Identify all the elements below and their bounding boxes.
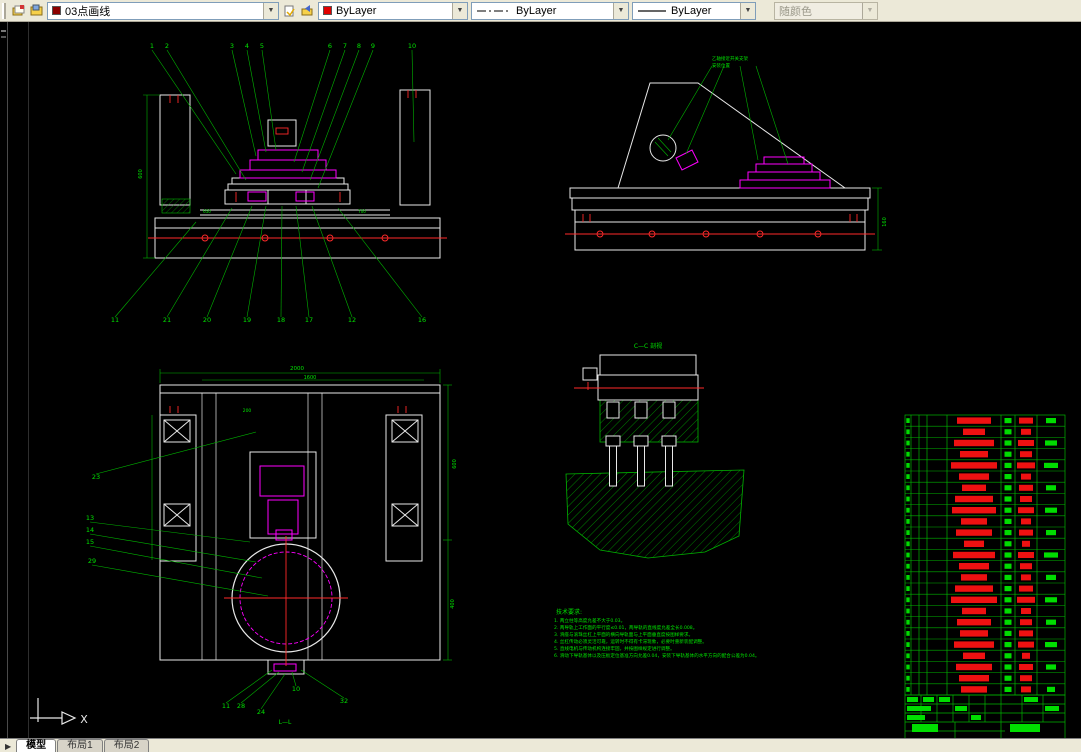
model-space-canvas[interactable]: 1 2 3 4 5 6 7 8 9 10 11 21 20 19 18 17 12 16 23 13 14 15 29 11 2… (0, 22, 1081, 738)
svg-text:9: 9 (371, 42, 375, 50)
svg-text:11: 11 (222, 702, 230, 710)
current-layer-name: 03点画线 (65, 5, 111, 18)
svg-text:16: 16 (418, 316, 426, 324)
tab-nav-icon[interactable]: ▶ (3, 742, 15, 752)
current-color-name: ByLayer (336, 4, 377, 17)
svg-text:1600: 1600 (304, 375, 317, 381)
current-linetype-name: ByLayer (516, 4, 557, 17)
current-color-swatch (323, 6, 332, 15)
svg-text:32: 32 (340, 697, 348, 705)
layer-states-manager-icon[interactable] (29, 3, 44, 18)
svg-text:乙轴接近开关支架: 乙轴接近开关支架 (712, 55, 748, 62)
ground-hatch (565, 469, 745, 559)
make-object-layer-current-icon[interactable] (282, 3, 297, 18)
svg-text:5. 直线电机与传动机构连接牢固，并按图样规定进行调整。: 5. 直线电机与传动机构连接牢固，并按图样规定进行调整。 (554, 645, 675, 652)
tab-layout1[interactable]: 布局1 (57, 739, 103, 752)
svg-text:12: 12 (348, 316, 356, 324)
plan-view (151, 369, 452, 675)
svg-text:700: 700 (358, 209, 366, 214)
svg-text:4. 丝杠传动必须灵活可靠，运转时不得有卡滞现象，必要时重新: 4. 丝杠传动必须灵活可靠，运转时不得有卡滞现象，必要时重新装配调整。 (554, 638, 707, 645)
svg-text:X: X (80, 713, 88, 726)
section-view (565, 354, 745, 559)
svg-text:650: 650 (203, 209, 211, 214)
svg-text:21: 21 (163, 316, 171, 324)
side-view (565, 65, 882, 251)
tab-model[interactable]: 模型 (16, 739, 57, 752)
ucs-icon (30, 698, 77, 725)
svg-text:C—C 剖视: C—C 剖视 (634, 342, 662, 350)
tab-layout2[interactable]: 布局2 (103, 739, 150, 752)
svg-text:10: 10 (292, 685, 300, 693)
svg-text:1. 两立柱等高度允差不大于0.03。: 1. 两立柱等高度允差不大于0.03。 (554, 617, 625, 624)
layer-previous-icon[interactable] (300, 3, 315, 18)
svg-text:技术要求:: 技术要求: (556, 608, 582, 616)
linetype-sample-icon (476, 7, 512, 15)
object-properties-toolbar: 03点画线 ▼ ByLayer ▼ ByLayer ▼ ByLayer ▼ 随颜… (0, 0, 1081, 22)
svg-text:28: 28 (237, 702, 245, 710)
svg-text:24: 24 (257, 708, 265, 716)
color-dropdown[interactable]: ByLayer ▼ (318, 1, 468, 20)
lineweight-dropdown[interactable]: ByLayer ▼ (632, 1, 756, 20)
current-plot-style-name: 随颜色 (779, 5, 812, 18)
titleblock-text-blocks (907, 697, 1059, 732)
svg-text:17: 17 (305, 316, 313, 324)
svg-text:15: 15 (86, 538, 94, 546)
svg-text:5: 5 (260, 42, 264, 50)
front-view (143, 89, 447, 259)
autocad-window: 03点画线 ▼ ByLayer ▼ ByLayer ▼ ByLayer ▼ 随颜… (0, 0, 1081, 752)
svg-text:11: 11 (111, 316, 119, 324)
current-lineweight-name: ByLayer (671, 4, 712, 17)
dropdown-arrow-icon[interactable]: ▼ (452, 2, 467, 19)
layout-tab-bar: ▶ 模型 布局1 布局2 (0, 738, 1081, 752)
dropdown-arrow-icon: ▼ (862, 2, 877, 19)
svg-text:200: 200 (243, 408, 252, 414)
svg-text:23: 23 (92, 473, 100, 481)
dropdown-arrow-icon[interactable]: ▼ (740, 2, 755, 19)
svg-text:600: 600 (138, 169, 144, 179)
svg-text:19: 19 (243, 316, 251, 324)
svg-text:2000: 2000 (290, 366, 304, 372)
svg-text:3: 3 (230, 42, 234, 50)
dynamic-annotations: 1 2 3 4 5 6 7 8 9 1011 21 20 19 18 17 12 16231314152911 2… (80, 42, 1065, 726)
layer-properties-manager-icon[interactable] (11, 3, 26, 18)
svg-text:14: 14 (86, 526, 94, 534)
dropdown-arrow-icon[interactable]: ▼ (263, 2, 278, 19)
svg-text:1: 1 (150, 42, 154, 50)
svg-text:6: 6 (328, 42, 332, 50)
svg-text:29: 29 (88, 557, 96, 565)
svg-text:3. 滑座与滚珠丝杠上平面的横向导轨面与上平面垂直度按图样要: 3. 滑座与滚珠丝杠上平面的横向导轨面与上平面垂直度按图样要求。 (554, 631, 693, 638)
layer-color-swatch (52, 6, 61, 15)
layer-dropdown[interactable]: 03点画线 ▼ (47, 1, 279, 20)
svg-text:400: 400 (450, 599, 456, 609)
svg-text:4: 4 (245, 42, 249, 50)
plot-style-dropdown: 随颜色 ▼ (774, 1, 878, 20)
svg-text:8: 8 (357, 42, 361, 50)
left-dock-edge (1, 22, 29, 738)
svg-text:160: 160 (882, 217, 888, 227)
svg-text:7: 7 (343, 42, 347, 50)
linetype-dropdown[interactable]: ByLayer ▼ (471, 1, 629, 20)
svg-text:10: 10 (408, 42, 416, 50)
toolbar-grip[interactable] (2, 2, 6, 19)
svg-text:18: 18 (277, 316, 285, 324)
front-hatch-region (161, 198, 191, 214)
svg-text:20: 20 (203, 316, 211, 324)
svg-text:L—L: L—L (279, 719, 292, 726)
svg-text:安装位置: 安装位置 (712, 62, 730, 69)
lineweight-sample-icon (637, 7, 667, 15)
svg-text:13: 13 (86, 514, 94, 522)
svg-text:600: 600 (452, 459, 458, 469)
svg-text:6. 滑动下导轨基体以及压板定位基准方向允差0.04，安装下: 6. 滑动下导轨基体以及压板定位基准方向允差0.04，安装下导轨基体的水平方向的… (554, 652, 759, 659)
svg-text:2. 两导轨上工作面的平行度≤0.01，两导轨的直线度允差全: 2. 两导轨上工作面的平行度≤0.01，两导轨的直线度允差全长0.008。 (554, 624, 697, 631)
svg-text:2: 2 (165, 42, 169, 50)
dropdown-arrow-icon[interactable]: ▼ (613, 2, 628, 19)
